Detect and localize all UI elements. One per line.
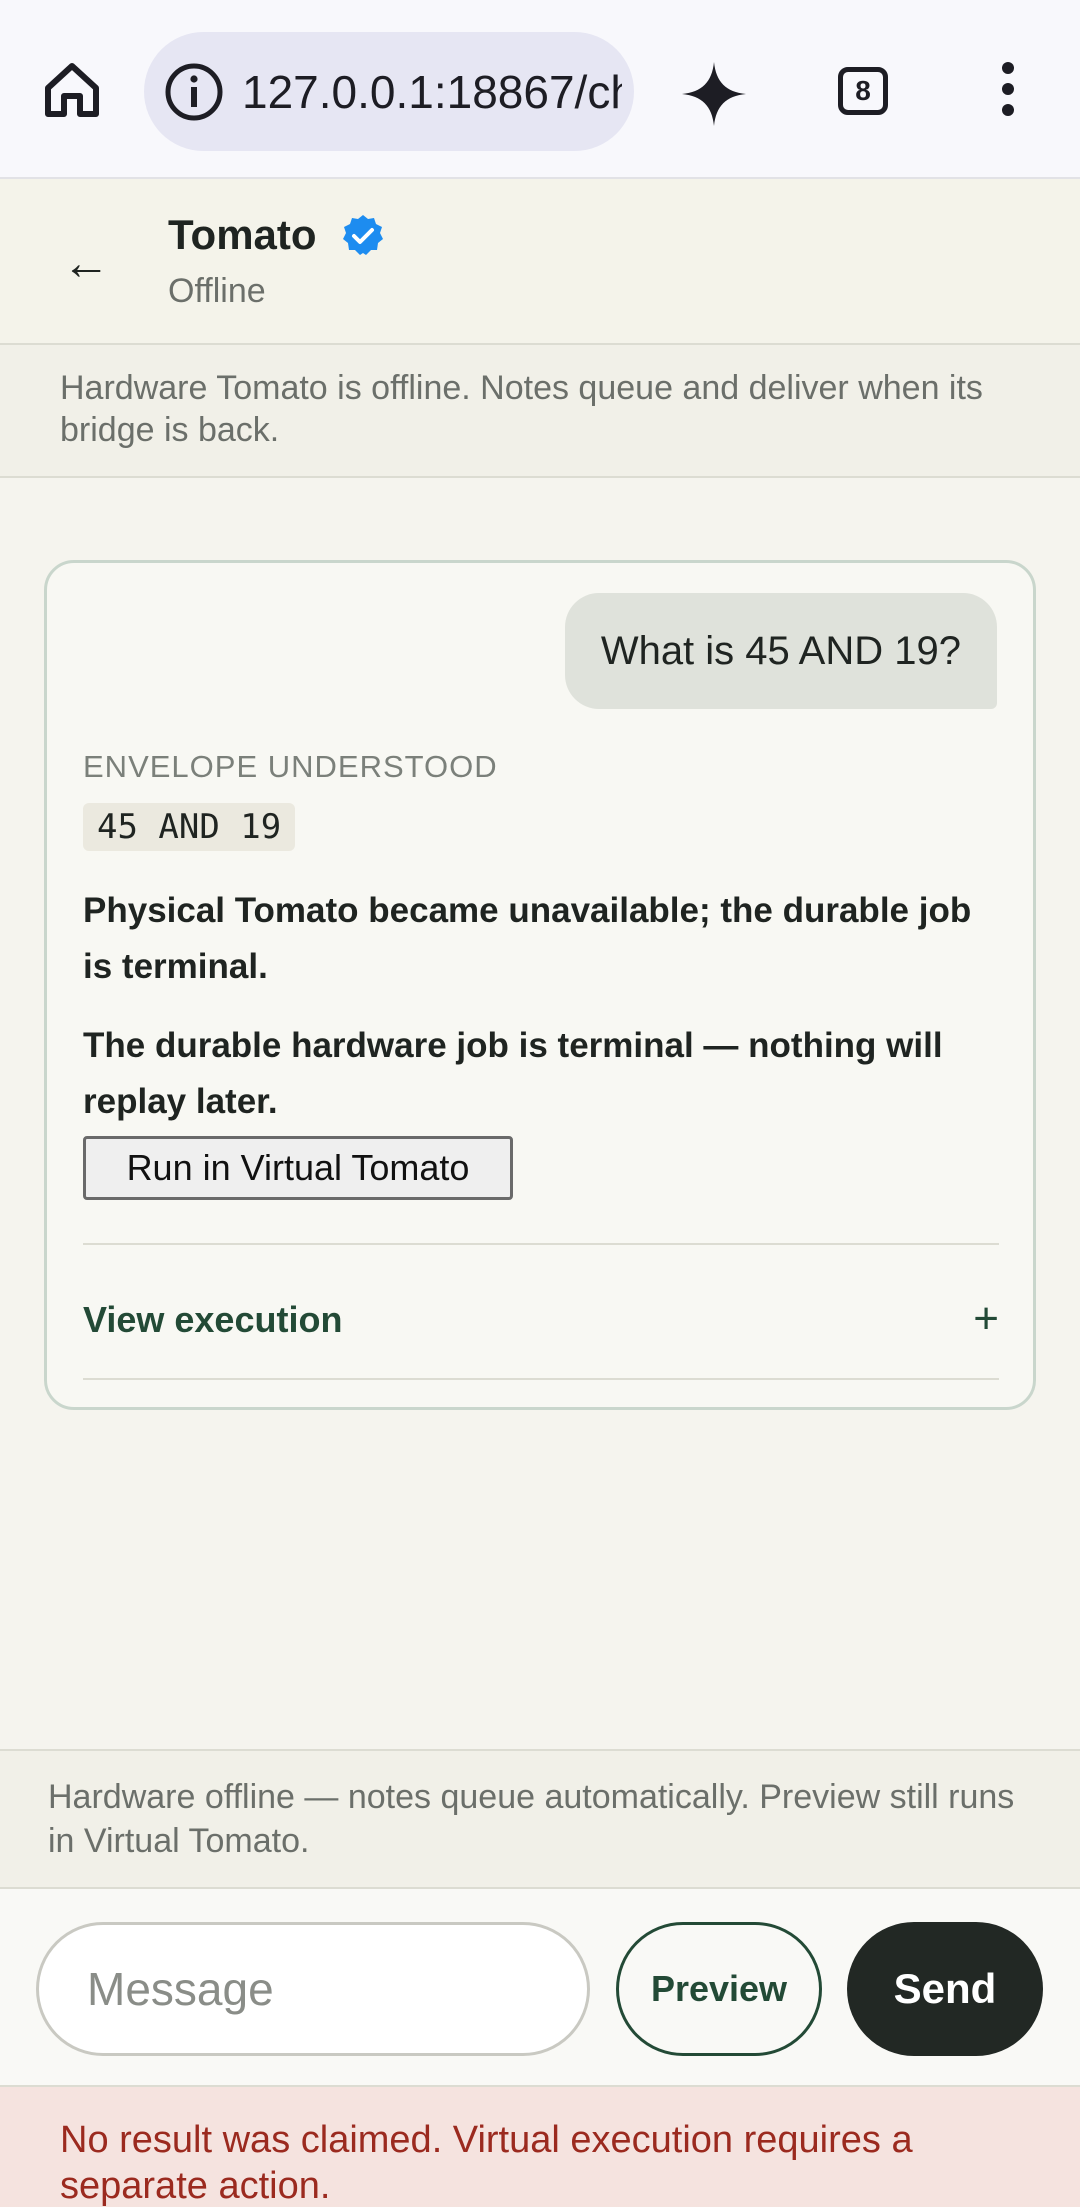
tabs-count-button[interactable]: 8	[838, 67, 888, 115]
composer: Preview Send	[0, 1889, 1080, 2087]
chat-header: ← Tomato Offline	[0, 179, 1080, 345]
plus-icon[interactable]: +	[973, 1294, 999, 1344]
url-text[interactable]: 127.0.0.1:18867/ch	[242, 60, 622, 124]
preview-button[interactable]: Preview	[616, 1922, 822, 2056]
verified-badge-icon	[340, 213, 386, 259]
run-virtual-button[interactable]: Run in Virtual Tomato	[83, 1136, 513, 1200]
view-execution-label[interactable]: View execution	[83, 1298, 342, 1342]
back-arrow-icon[interactable]: ←	[62, 239, 110, 289]
user-message-bubble: What is 45 AND 19?	[564, 593, 997, 709]
hardware-offline-note: Hardware offline — notes queue automatic…	[0, 1749, 1080, 1889]
offline-banner: Hardware Tomato is offline. Notes queue …	[0, 345, 1080, 478]
message-card: What is 45 AND 19? ENVELOPE UNDERSTOOD 4…	[44, 560, 1036, 1410]
browser-toolbar: 127.0.0.1:18867/ch 8	[0, 0, 1080, 179]
error-banner: No result was claimed. Virtual execution…	[0, 2087, 1080, 2207]
sparkle-icon[interactable]	[680, 60, 748, 128]
divider	[83, 1378, 999, 1380]
message-input[interactable]	[36, 1922, 590, 2056]
view-execution-toggle[interactable]: View execution +	[83, 1268, 999, 1372]
send-button[interactable]: Send	[847, 1922, 1043, 2056]
envelope-expression: 45 AND 19	[83, 803, 296, 851]
status-secondary-text: The durable hardware job is terminal — n…	[83, 1026, 943, 1121]
contact-name: Tomato	[168, 211, 317, 258]
address-bar[interactable]: 127.0.0.1:18867/ch	[144, 32, 634, 151]
status-primary-text: Physical Tomato became unavailable; the …	[83, 891, 972, 986]
info-icon[interactable]	[162, 60, 226, 124]
divider	[83, 1243, 999, 1245]
more-vert-icon[interactable]	[990, 62, 1026, 122]
home-icon[interactable]	[40, 58, 104, 122]
envelope-label: ENVELOPE UNDERSTOOD	[83, 749, 498, 784]
contact-status: Offline	[168, 272, 266, 310]
